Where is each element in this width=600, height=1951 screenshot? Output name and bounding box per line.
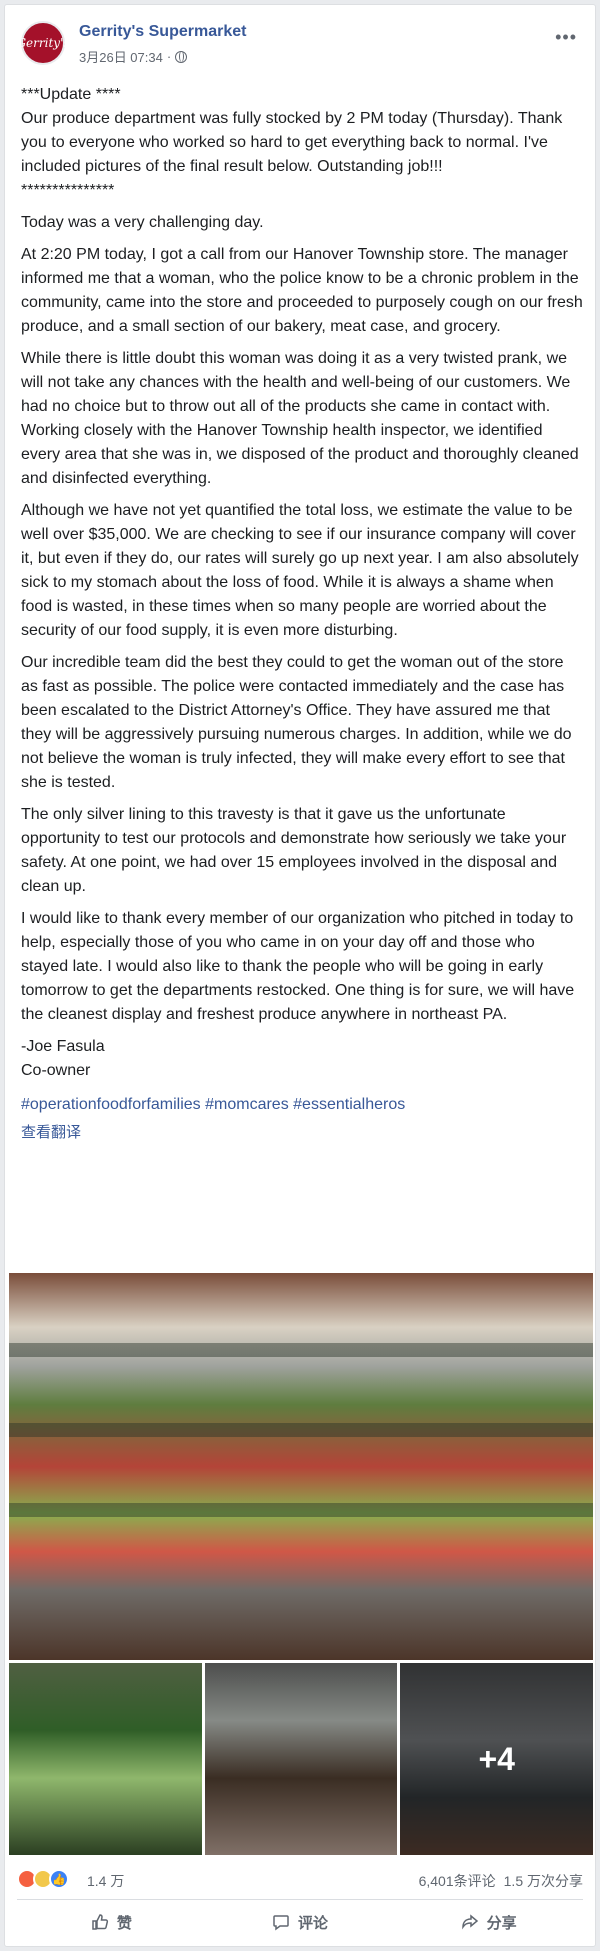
post-paragraph: ***Update **** Our produce department wa… bbox=[21, 86, 563, 199]
post-timestamp[interactable]: 3月26日 07:34 bbox=[79, 47, 163, 66]
more-photos-count: +4 bbox=[400, 1663, 594, 1855]
post-card: Gerrity's Gerrity's Supermarket 3月26日 07… bbox=[4, 4, 596, 1947]
divider bbox=[17, 1899, 583, 1900]
like-reaction-icon: 👍 bbox=[49, 1869, 69, 1889]
post-paragraph: While there is little doubt this woman w… bbox=[21, 350, 579, 487]
comment-count[interactable]: 6,401条评论 bbox=[419, 1871, 496, 1891]
post-header: Gerrity's Gerrity's Supermarket 3月26日 07… bbox=[16, 17, 583, 66]
post-paragraph: I would like to thank every member of ou… bbox=[21, 910, 575, 1023]
page-avatar[interactable]: Gerrity's bbox=[16, 21, 70, 65]
comment-icon bbox=[273, 1915, 289, 1931]
post-paragraph: At 2:20 PM today, I got a call from our … bbox=[21, 246, 583, 335]
reaction-count[interactable]: 1.4 万 bbox=[87, 1871, 124, 1891]
post-paragraph: Our incredible team did the best they co… bbox=[21, 654, 572, 791]
like-button[interactable]: 赞 bbox=[17, 1903, 206, 1941]
post-actions: 赞 评论 分享 bbox=[17, 1903, 583, 1941]
globe-icon bbox=[175, 50, 188, 63]
post-paragraph: Although we have not yet quantified the … bbox=[21, 502, 579, 639]
post-paragraph: Today was a very challenging day. bbox=[21, 214, 264, 231]
hashtag-link[interactable]: #momcares bbox=[205, 1096, 289, 1113]
post-body: ***Update **** Our produce department wa… bbox=[21, 83, 583, 1145]
reaction-icons[interactable]: 👍 bbox=[17, 1869, 69, 1889]
hashtag-link[interactable]: #essentialheros bbox=[293, 1096, 405, 1113]
photo-grid: +4 bbox=[9, 1273, 594, 1855]
post-paragraph: The only silver lining to this travesty … bbox=[21, 806, 567, 895]
share-icon bbox=[461, 1914, 478, 1930]
hashtag-link[interactable]: #operationfoodforfamilies bbox=[21, 1096, 201, 1113]
post-stats: 👍 1.4 万 6,401条评论 1.5 万次分享 bbox=[17, 1867, 583, 1891]
photo-more[interactable]: +4 bbox=[400, 1663, 594, 1855]
post-meta: 3月26日 07:34 · bbox=[79, 47, 188, 66]
photo-empty-shelves[interactable] bbox=[204, 1663, 398, 1855]
hashtags: #operationfoodforfamilies #momcares #ess… bbox=[21, 1093, 583, 1117]
more-options-button[interactable]: ••• bbox=[555, 27, 577, 48]
comment-button[interactable]: 评论 bbox=[206, 1903, 395, 1941]
photo-vegetables[interactable] bbox=[9, 1663, 202, 1855]
see-translation-link[interactable]: 查看翻译 bbox=[21, 1121, 583, 1145]
page-name-link[interactable]: Gerrity's Supermarket bbox=[79, 23, 246, 41]
share-count[interactable]: 1.5 万次分享 bbox=[504, 1871, 583, 1891]
share-button[interactable]: 分享 bbox=[394, 1903, 583, 1941]
post-signature: -Joe Fasula Co-owner bbox=[21, 1038, 105, 1079]
thumbs-up-icon bbox=[92, 1914, 108, 1930]
photo-produce-department[interactable] bbox=[9, 1273, 593, 1660]
